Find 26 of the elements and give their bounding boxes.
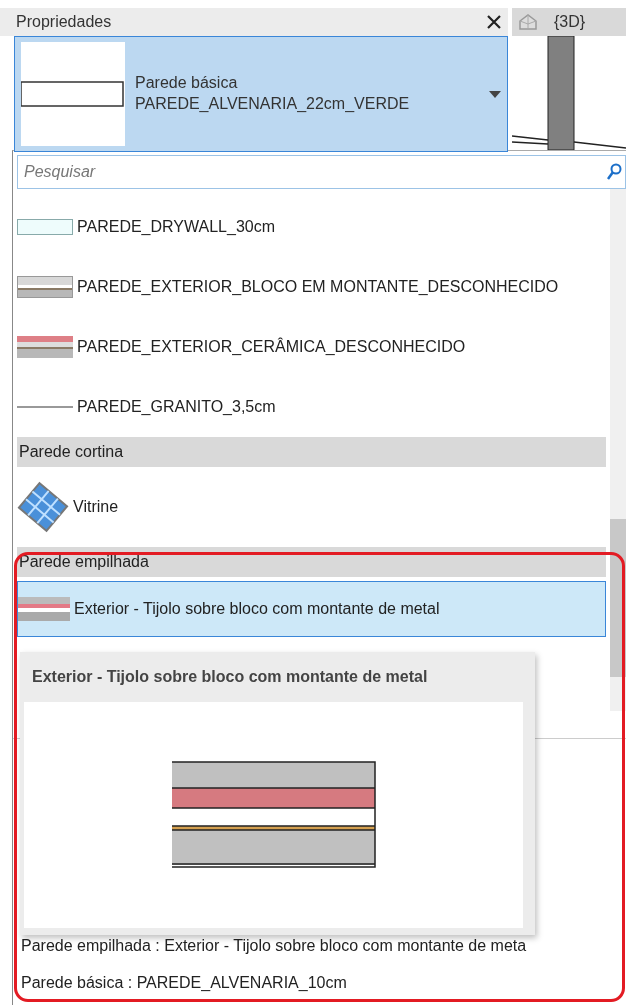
layered-wall-icon [18,597,70,621]
panel-title: Propriedades [16,12,112,32]
list-item[interactable]: PAREDE_EXTERIOR_BLOCO EM MONTANTE_DESCONHECIDO [17,257,610,317]
group-header: Parede empilhada [17,547,606,577]
caret-icon [489,90,501,98]
house-icon [518,12,538,32]
list-item[interactable]: Vitrine [17,467,610,547]
type-name: PAREDE_ALVENARIA_22cm_VERDE [135,94,411,114]
list-item[interactable]: PAREDE_EXTERIOR_CERÂMICA_DESCONHECIDO [17,317,610,377]
list-item[interactable]: Exterior - Tijolo sobre bloco com montante de metal [17,581,606,637]
wall-preview-icon [21,42,125,146]
layered-wall-icon [17,276,73,298]
type-family: Parede básica [135,73,239,94]
search-icon[interactable] [606,163,622,181]
group-header: Parede cortina [17,437,606,467]
recent-entry[interactable]: Parede básica : PAREDE_ALVENARIA_10cm [13,964,626,1001]
tooltip-title: Exterior - Tijolo sobre bloco com montante de metal [31,667,429,687]
list-item[interactable]: PAREDE_DRYWALL_30cm [17,197,610,257]
view-tab[interactable]: {3D} [512,8,626,36]
scrollbar[interactable] [610,189,626,711]
layered-wall-icon [17,336,73,358]
close-icon[interactable] [486,14,502,30]
list-item[interactable]: PAREDE_GRANITO_3,5cm [17,377,610,437]
type-selector[interactable]: Parede básica PAREDE_ALVENARIA_22cm_VERDE [14,36,508,152]
wall-swatch-icon [17,219,73,235]
search-field[interactable]: Pesquisar [17,155,626,189]
